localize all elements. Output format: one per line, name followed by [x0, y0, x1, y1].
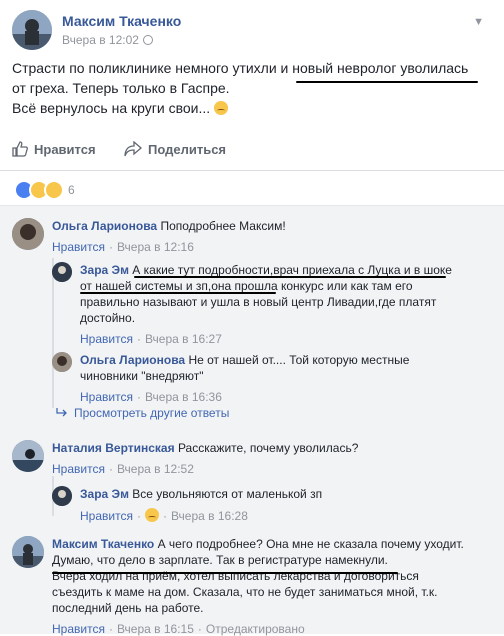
commenter-avatar[interactable] [52, 352, 72, 372]
comment-time[interactable]: Вчера в 16:27 [145, 332, 222, 346]
comment-body: Наталия Вертинская Расскажите, почему ув… [52, 440, 492, 456]
highlight-underline [52, 572, 398, 574]
comment-like-link[interactable]: Нравится [80, 332, 133, 346]
like-button[interactable]: Нравится [12, 141, 96, 157]
comment-meta: Нравится · Вчера в 16:36 [80, 390, 222, 404]
share-button-label: Поделиться [148, 141, 227, 157]
sad-reaction-icon [44, 180, 64, 200]
reaction-count: 6 [68, 183, 75, 197]
action-bar: Нравится Поделиться [12, 135, 492, 163]
comment-text-line-5: последний день на работе. [52, 601, 204, 615]
comment-text-line-1: Не от нашей от.... Той которую местные [188, 353, 410, 367]
comment-meta: Нравится · Вчера в 12:16 [52, 240, 194, 254]
thumbs-up-icon [12, 141, 28, 157]
highlight-underline [80, 292, 276, 294]
comment-time[interactable]: Вчера в 12:52 [117, 462, 194, 476]
comment-author[interactable]: Ольга Ларионова [80, 353, 185, 367]
commenter-avatar[interactable] [52, 486, 72, 506]
comment-time[interactable]: Вчера в 16:28 [171, 509, 248, 523]
author-avatar[interactable] [12, 10, 52, 50]
comment-like-link[interactable]: Нравится [80, 390, 133, 404]
like-button-label: Нравится [34, 141, 96, 157]
post-author-name[interactable]: Максим Ткаченко [62, 13, 181, 29]
comment-meta: Нравится · · Вчера в 16:28 [80, 508, 248, 523]
comment-author[interactable]: Наталия Вертинская [52, 441, 175, 455]
commenter-avatar[interactable] [12, 218, 44, 250]
comment-meta: Нравится · Вчера в 16:27 [80, 332, 222, 346]
post-text: Страсти по поликлинике немного утихли и … [12, 58, 496, 118]
post-text-line-3: Всё вернулось на круги свои... [12, 98, 496, 118]
post-header: Максим Ткаченко Вчера в 12:02 ▼ [12, 10, 492, 52]
comment-text-line-4: съездить к маме на дом. Сказала, что не … [52, 585, 438, 599]
comment-text: Расскажите, почему уволилась? [177, 441, 359, 455]
comment-text-line-4: достойно. [80, 311, 136, 325]
comment-text-line-2: чиновники "внедряют" [80, 369, 204, 383]
highlight-underline [296, 81, 478, 83]
comment-body: Ольга Ларионова Поподробнее Максим! [52, 218, 492, 234]
comment-body: Максим Ткаченко А чего подробнее? Она мн… [52, 536, 492, 616]
commenter-avatar[interactable] [12, 440, 44, 472]
comment-body: Зара Эм А какие тут подробности,врач при… [80, 262, 494, 326]
comment-text: Все увольняются от маленькой зп [132, 487, 323, 501]
comment-text-line-1: А какие тут подробности,врач приехала с … [132, 263, 452, 277]
comment-time[interactable]: Вчера в 12:16 [117, 240, 194, 254]
post-options-chevron-icon[interactable]: ▼ [473, 16, 484, 28]
comment-author[interactable]: Максим Ткаченко [52, 537, 154, 551]
comment-author[interactable]: Зара Эм [80, 263, 129, 277]
comment-text-line-2: Думаю, что дело в зарплате. Так в регист… [52, 553, 388, 567]
globe-icon [142, 35, 153, 45]
post-time[interactable]: Вчера в 12:02 [62, 33, 153, 47]
comment-like-link[interactable]: Нравится [52, 240, 105, 254]
smile-emoji-icon [214, 101, 229, 115]
comment-time[interactable]: Вчера в 16:15 [117, 622, 194, 636]
comment-meta: Нравится · Вчера в 16:15 · Отредактировано [52, 622, 305, 636]
reactions-summary[interactable]: 6 [14, 180, 75, 200]
thread-line [52, 258, 54, 408]
post-text-line-3-text: Всё вернулось на круги свои... [12, 100, 211, 116]
reply-arrow-icon [56, 408, 67, 417]
see-more-replies-link[interactable]: Просмотреть другие ответы [56, 406, 229, 420]
comment-like-link[interactable]: Нравится [52, 622, 105, 636]
comment-like-link[interactable]: Нравится [52, 462, 105, 476]
comment-meta: Нравится · Вчера в 12:52 [52, 462, 194, 476]
comment-text-line-2: от нашей системы и зп,она прошла конкурс… [80, 279, 413, 293]
divider [0, 170, 504, 171]
post-text-line-1: Страсти по поликлинике немного утихли и … [12, 60, 469, 76]
comment-text-line-3: правильно называют и ушла в новый центр … [80, 295, 437, 309]
comment-text-line-1: А чего подробнее? Она мне не сказала поч… [157, 537, 464, 551]
commenter-avatar[interactable] [12, 536, 44, 568]
comments-section: Ольга Ларионова Поподробнее Максим! Нрав… [0, 205, 504, 636]
comment-author[interactable]: Ольга Ларионова [52, 219, 157, 233]
share-icon [124, 141, 142, 157]
sad-emoji-icon [144, 508, 159, 522]
comment-body: Ольга Ларионова Не от нашей от.... Той к… [80, 352, 494, 384]
commenter-avatar[interactable] [52, 262, 72, 282]
highlight-underline [134, 276, 446, 278]
see-more-replies-label: Просмотреть другие ответы [74, 406, 230, 420]
comment-author[interactable]: Зара Эм [80, 487, 129, 501]
comment-text: Поподробнее Максим! [160, 219, 286, 233]
comment-like-link[interactable]: Нравится [80, 509, 133, 523]
comment-body: Зара Эм Все увольняются от маленькой зп [80, 486, 494, 502]
post-timestamp[interactable]: Вчера в 12:02 [62, 33, 139, 47]
comment-edited[interactable]: Отредактировано [206, 622, 305, 636]
comment-time[interactable]: Вчера в 16:36 [145, 390, 222, 404]
share-button[interactable]: Поделиться [124, 141, 226, 157]
